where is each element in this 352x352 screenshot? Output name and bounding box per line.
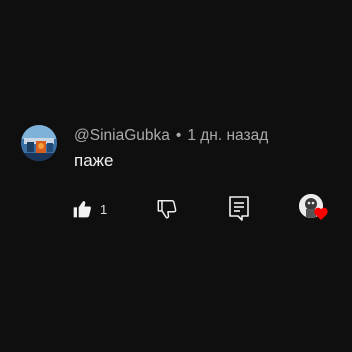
comment-thread: @SiniaGubka • 1 дн. назад паже 1 bbox=[0, 0, 352, 352]
thumbs-down-icon bbox=[157, 200, 177, 219]
comment-actions: 1 bbox=[0, 194, 352, 224]
creator-heart-icon bbox=[314, 207, 328, 220]
comment-text: паже bbox=[74, 151, 114, 170]
dislike-button[interactable] bbox=[154, 196, 180, 222]
reply-comment-icon bbox=[229, 196, 249, 221]
author-name[interactable]: @SiniaGubka bbox=[74, 127, 170, 145]
like-count: 1 bbox=[100, 201, 108, 217]
header-separator: • bbox=[175, 127, 182, 144]
reply-button[interactable] bbox=[226, 194, 252, 222]
avatar-image bbox=[21, 125, 57, 161]
creator-heart-badge[interactable] bbox=[299, 194, 331, 224]
comment-timestamp[interactable]: 1 дн. назад bbox=[187, 127, 268, 145]
like-button[interactable]: 1 bbox=[72, 196, 107, 222]
thumbs-up-filled-icon bbox=[73, 201, 91, 218]
comment-header: @SiniaGubka • 1 дн. назад bbox=[74, 126, 268, 146]
author-avatar[interactable] bbox=[21, 125, 57, 161]
